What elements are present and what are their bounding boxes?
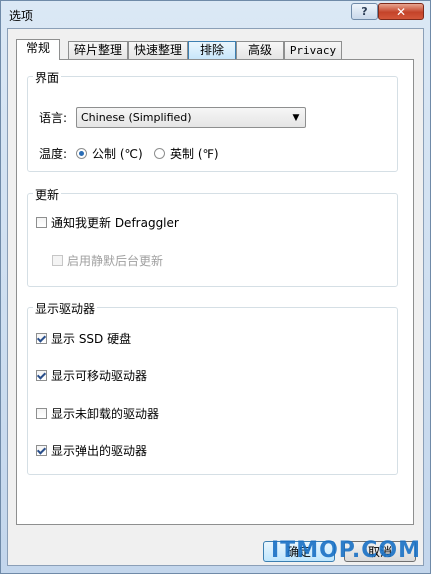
tab-privacy-label: Privacy xyxy=(289,44,337,57)
temperature-label: 温度: xyxy=(39,147,68,161)
show-ejected-label: 显示弹出的驱动器 xyxy=(51,444,148,458)
show-removable-option[interactable]: 显示可移动驱动器 xyxy=(36,367,147,384)
tab-exclude-label: 排除 xyxy=(199,43,224,57)
silent-update-option[interactable]: 启用静默后台更新 xyxy=(52,252,163,269)
language-label: 语言: xyxy=(39,111,68,125)
show-ssd-checkbox[interactable] xyxy=(36,333,47,344)
language-select-value: Chinese (Simplified) xyxy=(81,111,192,124)
celsius-radio-button[interactable] xyxy=(76,148,87,159)
tab-general-label: 常规 xyxy=(25,41,50,55)
close-button[interactable]: ✕ xyxy=(378,3,424,20)
drives-group-title: 显示驱动器 xyxy=(33,300,98,317)
notify-updates-checkbox[interactable] xyxy=(36,217,47,228)
show-unmounted-option[interactable]: 显示未卸载的驱动器 xyxy=(36,405,159,422)
options-dialog: 选项 ? ✕ 常规 碎片整理 快速整理 排除 高级 Privacy 界面 语言:… xyxy=(0,0,431,574)
silent-update-label: 启用静默后台更新 xyxy=(67,254,164,268)
silent-update-checkbox[interactable] xyxy=(52,255,63,266)
tab-general[interactable]: 常规 xyxy=(16,39,60,60)
celsius-label: 公制 (℃) xyxy=(92,147,143,161)
tab-advanced-label: 高级 xyxy=(247,43,272,57)
celsius-radio[interactable]: 公制 (℃) xyxy=(76,145,143,162)
tab-panel-general: 界面 语言: Chinese (Simplified) ▼ 温度: 公制 (℃)… xyxy=(16,59,414,525)
language-select[interactable]: Chinese (Simplified) ▼ xyxy=(76,107,306,128)
fahrenheit-label: 英制 (℉) xyxy=(170,147,219,161)
site-watermark: ITMOP.COM xyxy=(271,538,421,563)
notify-updates-option[interactable]: 通知我更新 Defraggler xyxy=(36,214,179,231)
tab-exclude[interactable]: 排除 xyxy=(188,41,236,59)
update-group-title: 更新 xyxy=(33,186,62,203)
interface-group-title: 界面 xyxy=(33,69,62,86)
drives-group: 显示驱动器 显示 SSD 硬盘 显示可移动驱动器 显示未卸载的驱动器 显示弹出的… xyxy=(27,300,398,475)
show-ssd-label: 显示 SSD 硬盘 xyxy=(51,332,132,346)
tab-defrag[interactable]: 碎片整理 xyxy=(68,41,128,59)
close-icon: ✕ xyxy=(395,4,407,19)
title-bar[interactable]: 选项 ? ✕ xyxy=(1,1,430,28)
chevron-down-icon: ▼ xyxy=(292,112,300,123)
show-ejected-option[interactable]: 显示弹出的驱动器 xyxy=(36,442,147,459)
tab-quick-defrag[interactable]: 快速整理 xyxy=(128,41,188,59)
tab-quick-defrag-label: 快速整理 xyxy=(133,43,182,57)
show-removable-label: 显示可移动驱动器 xyxy=(51,369,148,383)
update-group: 更新 通知我更新 Defraggler 启用静默后台更新 xyxy=(27,186,398,287)
help-icon: ? xyxy=(361,5,368,18)
window-title: 选项 xyxy=(9,9,34,23)
dialog-body: 常规 碎片整理 快速整理 排除 高级 Privacy 界面 语言: Chines… xyxy=(7,28,424,566)
tab-defrag-label: 碎片整理 xyxy=(73,43,122,57)
tab-privacy[interactable]: Privacy xyxy=(284,41,342,59)
fahrenheit-radio[interactable]: 英制 (℉) xyxy=(154,145,219,162)
show-ssd-option[interactable]: 显示 SSD 硬盘 xyxy=(36,330,131,347)
notify-updates-label: 通知我更新 Defraggler xyxy=(51,216,179,230)
fahrenheit-radio-button[interactable] xyxy=(154,148,165,159)
show-unmounted-label: 显示未卸载的驱动器 xyxy=(51,407,160,421)
show-removable-checkbox[interactable] xyxy=(36,370,47,381)
interface-group: 界面 语言: Chinese (Simplified) ▼ 温度: 公制 (℃)… xyxy=(27,69,398,172)
tab-advanced[interactable]: 高级 xyxy=(236,41,284,59)
show-ejected-checkbox[interactable] xyxy=(36,445,47,456)
help-button[interactable]: ? xyxy=(351,3,378,20)
show-unmounted-checkbox[interactable] xyxy=(36,408,47,419)
